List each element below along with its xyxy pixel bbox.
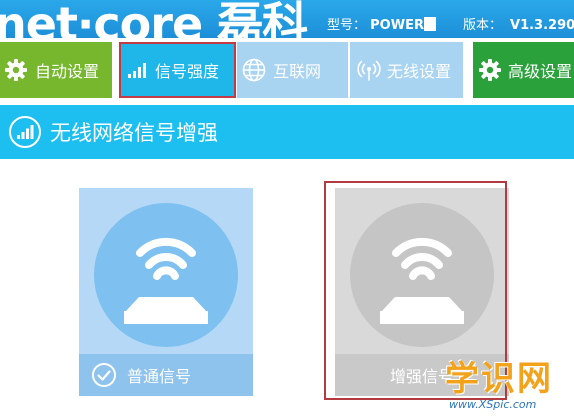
main-nav: 自动设置 信号强度 互联网 无线设置 高级设置 — [0, 42, 574, 98]
signal-bars-icon — [9, 116, 41, 148]
section-title: 无线网络信号增强 — [50, 121, 218, 145]
gear-icon — [479, 59, 501, 81]
wifi-router-icon — [94, 203, 238, 347]
option-normal-signal[interactable]: 普通信号 — [79, 188, 253, 396]
tab-label: 信号强度 — [155, 62, 220, 81]
version-label: 版本： — [463, 18, 503, 33]
tab-signal-strength[interactable]: 信号强度 — [119, 42, 236, 98]
tab-wireless-settings[interactable]: 无线设置 — [350, 42, 463, 98]
tab-label: 无线设置 — [387, 62, 452, 81]
tab-auto-setup[interactable]: 自动设置 — [0, 42, 112, 98]
signal-bars-icon — [128, 63, 146, 78]
version-info: 版本： V1.3.2908 — [463, 14, 574, 33]
model-label: 型号： — [327, 18, 367, 33]
tab-label: 互联网 — [273, 62, 322, 81]
tab-internet[interactable]: 互联网 — [237, 42, 348, 98]
watermark: 学识网 www.XSpic.com — [445, 360, 569, 416]
text-cursor-block — [423, 17, 436, 31]
brand-logo: net·core 磊科 — [0, 0, 308, 38]
version-value: V1.3.2908 — [510, 18, 574, 33]
tab-label: 自动设置 — [35, 62, 100, 81]
option-label: 普通信号 — [127, 367, 192, 386]
gear-icon — [5, 59, 27, 81]
tab-label: 高级设置 — [508, 62, 573, 81]
watermark-url: www.XSpic.com — [449, 398, 537, 411]
check-circle-icon — [92, 363, 116, 387]
section-title-bar: 无线网络信号增强 — [0, 105, 574, 159]
model-info: 型号： POWER — [327, 14, 436, 33]
watermark-text: 学识网 — [445, 359, 553, 399]
tab-advanced-settings[interactable]: 高级设置 — [473, 42, 574, 98]
antenna-icon — [357, 60, 381, 81]
header: net·core 磊科 型号： POWER 版本： V1.3.2908 — [0, 0, 574, 38]
option-footer: 普通信号 — [79, 354, 253, 396]
model-value: POWER — [370, 18, 424, 33]
globe-icon — [242, 58, 266, 82]
